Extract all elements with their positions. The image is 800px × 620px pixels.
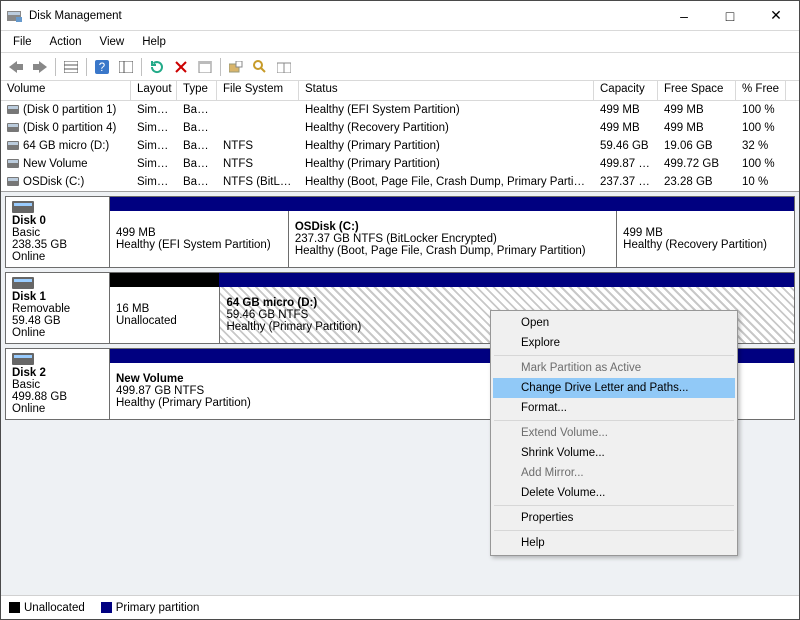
menu-help[interactable]: Help: [134, 34, 174, 50]
menu-action[interactable]: Action: [42, 34, 90, 50]
volume-row[interactable]: New VolumeSimpleBasicNTFSHealthy (Primar…: [1, 155, 799, 173]
col-volume[interactable]: Volume: [1, 81, 131, 100]
disk-icon: [12, 201, 34, 213]
context-separator: [494, 530, 734, 531]
drive-icon: [7, 123, 19, 132]
maximize-button[interactable]: □: [707, 1, 753, 31]
col-filesystem[interactable]: File System: [217, 81, 299, 100]
disk-info[interactable]: Disk 1Removable59.48 GBOnline: [6, 273, 110, 343]
ctx-explore[interactable]: Explore: [493, 333, 735, 353]
volume-list: Volume Layout Type File System Status Ca…: [1, 81, 799, 192]
disk-info[interactable]: Disk 2Basic499.88 GBOnline: [6, 349, 110, 419]
volume-row[interactable]: (Disk 0 partition 4)SimpleBasicHealthy (…: [1, 119, 799, 137]
table-view-icon[interactable]: [60, 56, 82, 78]
refresh-icon[interactable]: [146, 56, 168, 78]
close-button[interactable]: ✕: [753, 1, 799, 31]
ctx-extend-volume: Extend Volume...: [493, 423, 735, 443]
toolbar-separator: [141, 58, 142, 76]
drive-icon: [7, 159, 19, 168]
svg-text:?: ?: [99, 62, 105, 74]
volume-list-header: Volume Layout Type File System Status Ca…: [1, 81, 799, 101]
col-capacity[interactable]: Capacity: [594, 81, 658, 100]
titlebar: Disk Management – □ ✕: [1, 1, 799, 31]
ctx-open[interactable]: Open: [493, 313, 735, 333]
menu-bar: FileActionViewHelp: [1, 31, 799, 53]
drive-icon: [7, 177, 19, 186]
disk-block: Disk 0Basic238.35 GBOnline499 MBHealthy …: [5, 196, 795, 268]
menu-view[interactable]: View: [92, 34, 133, 50]
forward-button[interactable]: [29, 56, 51, 78]
drive-icon: [7, 141, 19, 150]
ctx-change-drive-letter-and-paths[interactable]: Change Drive Letter and Paths...: [493, 378, 735, 398]
toolbar: ?: [1, 53, 799, 81]
col-freespace[interactable]: Free Space: [658, 81, 736, 100]
app-icon: [7, 9, 23, 23]
disk-icon: [12, 353, 34, 365]
help-icon[interactable]: ?: [91, 56, 113, 78]
ctx-delete-volume[interactable]: Delete Volume...: [493, 483, 735, 503]
ctx-shrink-volume[interactable]: Shrink Volume...: [493, 443, 735, 463]
toolbar-separator: [86, 58, 87, 76]
legend-unallocated: Unallocated: [9, 602, 85, 614]
disk-icon: [12, 277, 34, 289]
ctx-mark-partition-as-active: Mark Partition as Active: [493, 358, 735, 378]
drive-icon: [7, 105, 19, 114]
context-separator: [494, 505, 734, 506]
col-type[interactable]: Type: [177, 81, 217, 100]
toolbar-separator: [55, 58, 56, 76]
ctx-add-mirror: Add Mirror...: [493, 463, 735, 483]
disk-info[interactable]: Disk 0Basic238.35 GBOnline: [6, 197, 110, 267]
ctx-format[interactable]: Format...: [493, 398, 735, 418]
partition-context-menu: OpenExplore Mark Partition as ActiveChang…: [490, 310, 738, 556]
ctx-help[interactable]: Help: [493, 533, 735, 553]
delete-icon[interactable]: [170, 56, 192, 78]
list-icon[interactable]: [115, 56, 137, 78]
context-separator: [494, 355, 734, 356]
col-layout[interactable]: Layout: [131, 81, 177, 100]
back-button[interactable]: [5, 56, 27, 78]
partition[interactable]: 499 MBHealthy (Recovery Partition): [616, 211, 794, 267]
volume-row[interactable]: (Disk 0 partition 1)SimpleBasicHealthy (…: [1, 101, 799, 119]
partition[interactable]: 16 MBUnallocated: [110, 287, 219, 343]
window-title: Disk Management: [29, 10, 661, 22]
minimize-button[interactable]: –: [661, 1, 707, 31]
action1-icon[interactable]: [225, 56, 247, 78]
ctx-properties[interactable]: Properties: [493, 508, 735, 528]
partition[interactable]: OSDisk (C:)237.37 GB NTFS (BitLocker Enc…: [288, 211, 616, 267]
volume-row[interactable]: 64 GB micro (D:)SimpleBasicNTFSHealthy (…: [1, 137, 799, 155]
context-separator: [494, 420, 734, 421]
partition[interactable]: 499 MBHealthy (EFI System Partition): [110, 211, 288, 267]
menu-file[interactable]: File: [5, 34, 40, 50]
action3-icon[interactable]: [273, 56, 295, 78]
action2-icon[interactable]: [249, 56, 271, 78]
toolbar-separator: [220, 58, 221, 76]
col-pctfree[interactable]: % Free: [736, 81, 786, 100]
col-status[interactable]: Status: [299, 81, 594, 100]
legend-primary: Primary partition: [101, 602, 200, 614]
legend: Unallocated Primary partition: [1, 595, 799, 619]
properties-icon[interactable]: [194, 56, 216, 78]
volume-row[interactable]: OSDisk (C:)SimpleBasicNTFS (BitLo...Heal…: [1, 173, 799, 191]
